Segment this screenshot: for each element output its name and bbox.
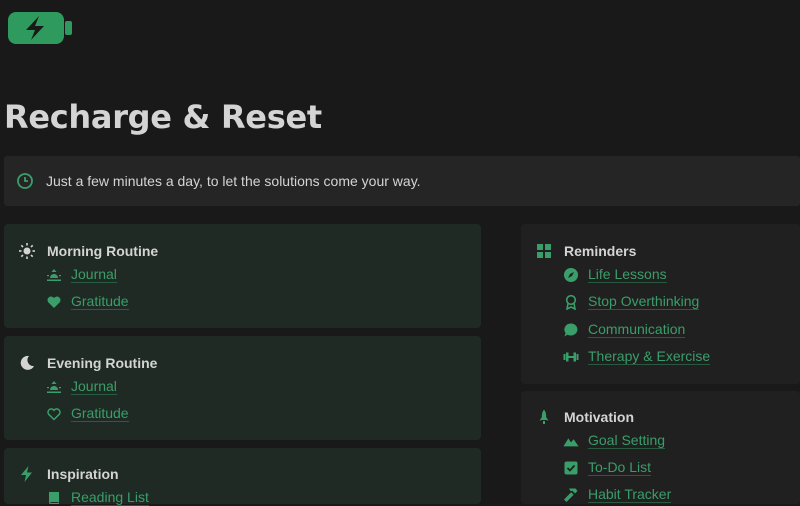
- mountain-icon: [563, 433, 579, 449]
- page-title: Recharge & Reset: [4, 98, 322, 136]
- link-label: Stop Overthinking: [588, 293, 700, 310]
- award-icon: [563, 294, 579, 310]
- link-label: Reading List: [71, 489, 149, 506]
- hammer-icon: [563, 487, 579, 503]
- link-label: Journal: [71, 266, 117, 283]
- rocket-icon: [535, 408, 553, 426]
- communication-link[interactable]: Communication: [563, 321, 686, 338]
- evening-journal-link[interactable]: Journal: [46, 378, 117, 395]
- link-label: Gratitude: [71, 405, 129, 422]
- inspiration-title: Inspiration: [47, 466, 119, 482]
- morning-journal-link[interactable]: Journal: [46, 266, 117, 283]
- book-icon: [46, 490, 62, 506]
- reading-list-link[interactable]: Reading List: [46, 489, 149, 506]
- link-label: Therapy & Exercise: [588, 348, 711, 365]
- clock-icon: [16, 172, 34, 190]
- link-label: Journal: [71, 378, 117, 395]
- reminders-card: Reminders Life Lessons Stop Overthinking…: [521, 224, 800, 384]
- grid-icon: [535, 242, 553, 260]
- dumbbell-icon: [563, 349, 579, 365]
- chat-bubble-icon: [563, 322, 579, 338]
- link-label: Life Lessons: [588, 266, 667, 283]
- sunrise-icon: [46, 267, 62, 283]
- callout-text: Just a few minutes a day, to let the sol…: [46, 173, 421, 189]
- checkbox-icon: [563, 460, 579, 476]
- sun-icon: [18, 242, 36, 260]
- goal-setting-link[interactable]: Goal Setting: [563, 432, 666, 449]
- reminders-title: Reminders: [564, 243, 637, 259]
- evening-routine-card: Evening Routine Journal Gratitude: [4, 336, 481, 440]
- link-label: To-Do List: [588, 459, 652, 476]
- link-label: Goal Setting: [588, 432, 666, 449]
- morning-gratitude-link[interactable]: Gratitude: [46, 293, 129, 310]
- compass-icon: [563, 267, 579, 283]
- heart-filled-icon: [46, 294, 62, 310]
- motivation-title: Motivation: [564, 409, 634, 425]
- callout: Just a few minutes a day, to let the sol…: [4, 156, 800, 206]
- link-label: Gratitude: [71, 293, 129, 310]
- inspiration-card: Inspiration Reading List: [4, 448, 481, 506]
- stop-overthinking-link[interactable]: Stop Overthinking: [563, 293, 700, 310]
- link-label: Habit Tracker: [588, 486, 672, 503]
- life-lessons-link[interactable]: Life Lessons: [563, 266, 667, 283]
- todo-list-link[interactable]: To-Do List: [563, 459, 652, 476]
- habit-tracker-link[interactable]: Habit Tracker: [563, 486, 672, 503]
- evening-gratitude-link[interactable]: Gratitude: [46, 405, 129, 422]
- morning-routine-title: Morning Routine: [47, 243, 159, 259]
- evening-routine-title: Evening Routine: [47, 355, 158, 371]
- heart-outline-icon: [46, 406, 62, 422]
- battery-charging-icon: [6, 10, 74, 46]
- morning-routine-card: Morning Routine Journal Gratitude: [4, 224, 481, 328]
- bolt-icon: [18, 465, 36, 483]
- link-label: Communication: [588, 321, 686, 338]
- sunrise-icon: [46, 379, 62, 395]
- moon-icon: [18, 354, 36, 372]
- therapy-exercise-link[interactable]: Therapy & Exercise: [563, 348, 711, 365]
- motivation-card: Motivation Goal Setting To-Do List Habit…: [521, 391, 800, 504]
